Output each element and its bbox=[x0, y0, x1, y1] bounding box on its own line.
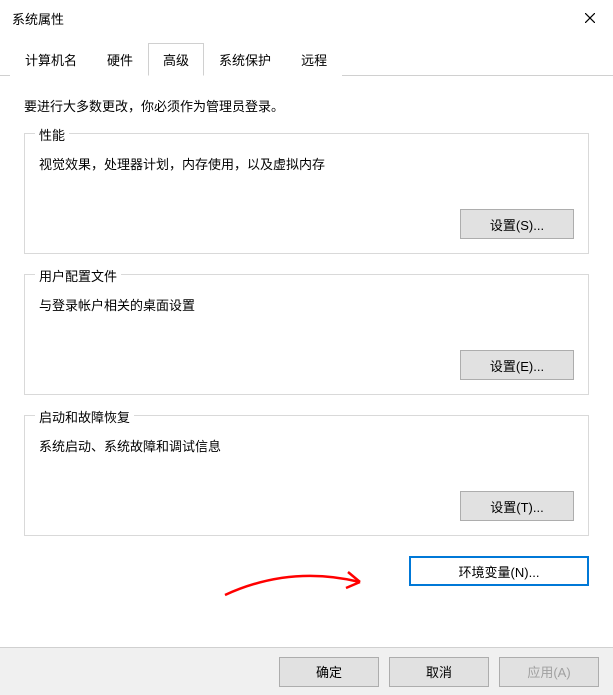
system-properties-dialog: 系统属性 计算机名 硬件 高级 系统保护 远程 要进行大多数更改，你必须作为管理… bbox=[0, 0, 613, 695]
startup-legend: 启动和故障恢复 bbox=[35, 407, 134, 426]
performance-desc: 视觉效果，处理器计划，内存使用，以及虚拟内存 bbox=[39, 154, 574, 173]
tab-system-protection[interactable]: 系统保护 bbox=[204, 43, 286, 76]
startup-desc: 系统启动、系统故障和调试信息 bbox=[39, 436, 574, 455]
close-icon bbox=[585, 13, 595, 23]
intro-text: 要进行大多数更改，你必须作为管理员登录。 bbox=[24, 96, 589, 115]
cancel-button[interactable]: 取消 bbox=[389, 657, 489, 687]
dialog-button-bar: 确定 取消 应用(A) bbox=[0, 647, 613, 695]
performance-btn-row: 设置(S)... bbox=[39, 209, 574, 239]
tab-strip: 计算机名 硬件 高级 系统保护 远程 bbox=[0, 36, 613, 76]
user-profiles-legend: 用户配置文件 bbox=[35, 266, 121, 285]
window-title: 系统属性 bbox=[12, 9, 64, 28]
close-button[interactable] bbox=[567, 0, 613, 36]
apply-button[interactable]: 应用(A) bbox=[499, 657, 599, 687]
user-profiles-btn-row: 设置(E)... bbox=[39, 350, 574, 380]
tab-advanced[interactable]: 高级 bbox=[148, 43, 204, 76]
performance-legend: 性能 bbox=[35, 125, 69, 144]
tab-content-advanced: 要进行大多数更改，你必须作为管理员登录。 性能 视觉效果，处理器计划，内存使用，… bbox=[0, 76, 613, 647]
titlebar: 系统属性 bbox=[0, 0, 613, 36]
startup-btn-row: 设置(T)... bbox=[39, 491, 574, 521]
performance-settings-button[interactable]: 设置(S)... bbox=[460, 209, 574, 239]
tab-computer-name[interactable]: 计算机名 bbox=[10, 43, 92, 76]
environment-variables-button[interactable]: 环境变量(N)... bbox=[409, 556, 589, 586]
startup-settings-button[interactable]: 设置(T)... bbox=[460, 491, 574, 521]
performance-group: 性能 视觉效果，处理器计划，内存使用，以及虚拟内存 设置(S)... bbox=[24, 133, 589, 254]
tab-remote[interactable]: 远程 bbox=[286, 43, 342, 76]
env-var-row: 环境变量(N)... bbox=[24, 556, 589, 586]
ok-button[interactable]: 确定 bbox=[279, 657, 379, 687]
startup-group: 启动和故障恢复 系统启动、系统故障和调试信息 设置(T)... bbox=[24, 415, 589, 536]
user-profiles-settings-button[interactable]: 设置(E)... bbox=[460, 350, 574, 380]
user-profiles-group: 用户配置文件 与登录帐户相关的桌面设置 设置(E)... bbox=[24, 274, 589, 395]
tab-hardware[interactable]: 硬件 bbox=[92, 43, 148, 76]
user-profiles-desc: 与登录帐户相关的桌面设置 bbox=[39, 295, 574, 314]
